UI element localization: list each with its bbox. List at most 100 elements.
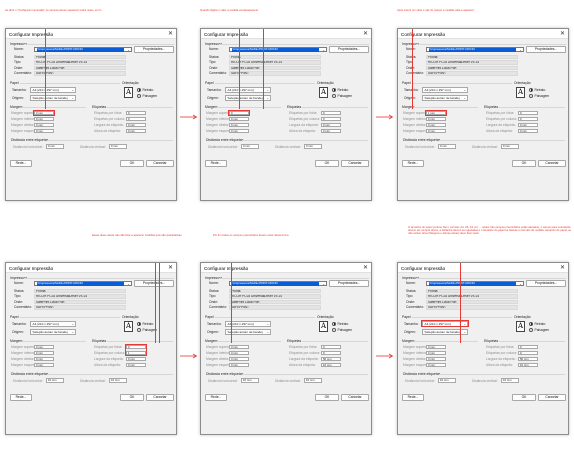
- printer-name-select[interactable]: \\impressora\SAFE-PRINT-MONO ⌄: [34, 46, 132, 52]
- label-width-input[interactable]: 50 mm: [321, 356, 341, 361]
- margin-bottom-input[interactable]: 0 mm: [229, 116, 249, 121]
- close-icon[interactable]: ✕: [168, 31, 173, 37]
- network-button[interactable]: Rede...: [10, 160, 32, 167]
- paper-source-select[interactable]: Seleção autom de bandej ⌄: [422, 329, 468, 335]
- ok-button[interactable]: OK: [120, 394, 144, 401]
- paper-source-select[interactable]: Seleção autom de bandej ⌄: [422, 95, 468, 101]
- margin-bottom-input[interactable]: 0 mm: [34, 350, 54, 355]
- paper-size-select[interactable]: A4 (210 x 297 mm) ⌄: [422, 87, 468, 93]
- landscape-radio[interactable]: [529, 328, 533, 332]
- vdist-input[interactable]: 10 mm: [109, 378, 127, 383]
- margin-top-input[interactable]: 3 mm: [426, 344, 446, 349]
- ok-button[interactable]: OK: [120, 160, 144, 167]
- vdist-input[interactable]: 10 mm: [501, 378, 519, 383]
- margin-right-input[interactable]: 3 mm: [426, 356, 446, 361]
- landscape-radio[interactable]: [137, 94, 141, 98]
- network-button[interactable]: Rede...: [402, 394, 424, 401]
- landscape-radio[interactable]: [137, 328, 141, 332]
- labels-per-col-input[interactable]: 0: [518, 350, 538, 355]
- vdist-input[interactable]: 0 mm: [304, 144, 322, 149]
- hdist-input[interactable]: 10 mm: [241, 378, 259, 383]
- close-icon[interactable]: ✕: [363, 31, 368, 37]
- labels-per-col-input[interactable]: 0: [126, 116, 146, 121]
- hdist-input[interactable]: 0 mm: [241, 144, 259, 149]
- network-button[interactable]: Rede...: [205, 394, 227, 401]
- portrait-radio[interactable]: [332, 321, 336, 326]
- margin-left-input[interactable]: 0 mm: [34, 128, 54, 133]
- margin-top-input[interactable]: 0 mm: [34, 344, 54, 349]
- printer-name-select[interactable]: \\impressora\SAFE-PRINT-MONO ⌄: [426, 280, 524, 286]
- paper-size-select[interactable]: A4 (210 x 297 mm) ⌄: [225, 87, 271, 93]
- hdist-input[interactable]: 10 mm: [46, 378, 64, 383]
- vdist-input[interactable]: 10 mm: [304, 378, 322, 383]
- labels-per-col-input[interactable]: 0: [321, 116, 341, 121]
- close-icon[interactable]: ✕: [560, 31, 565, 37]
- margin-right-input[interactable]: 0 mm: [34, 356, 54, 361]
- portrait-radio[interactable]: [332, 87, 336, 92]
- properties-button[interactable]: Propriedades...: [134, 45, 174, 53]
- landscape-radio[interactable]: [529, 94, 533, 98]
- label-height-input[interactable]: 0 mm: [126, 128, 146, 133]
- margin-top-input[interactable]: 3 mm: [229, 344, 249, 349]
- labels-per-row-input[interactable]: 0: [321, 344, 341, 349]
- properties-button[interactable]: Propriedades...: [526, 279, 566, 287]
- label-width-input[interactable]: 50 mm: [518, 356, 538, 361]
- network-button[interactable]: Rede...: [205, 160, 227, 167]
- margin-left-input[interactable]: 0 mm: [34, 362, 54, 367]
- close-icon[interactable]: ✕: [168, 265, 173, 271]
- labels-per-col-input[interactable]: 0: [321, 350, 341, 355]
- vdist-input[interactable]: 0 mm: [501, 144, 519, 149]
- labels-per-col-input[interactable]: 0: [518, 116, 538, 121]
- hdist-input[interactable]: 0 mm: [438, 144, 456, 149]
- network-button[interactable]: Rede...: [402, 160, 424, 167]
- landscape-radio[interactable]: [332, 328, 336, 332]
- margin-left-input[interactable]: 0 mm: [229, 128, 249, 133]
- label-height-input[interactable]: 10 mm: [321, 362, 341, 367]
- margin-right-input[interactable]: 0 mm: [229, 122, 249, 127]
- paper-size-select[interactable]: A4 (210 x 297 mm) ⌄: [30, 87, 76, 93]
- label-width-input[interactable]: 0 mm: [518, 122, 538, 127]
- properties-button[interactable]: Propriedades...: [134, 279, 174, 287]
- labels-per-row-input[interactable]: 0: [518, 344, 538, 349]
- label-height-input[interactable]: 0 mm: [126, 362, 146, 367]
- margin-bottom-input[interactable]: 3 mm: [229, 350, 249, 355]
- label-width-input[interactable]: 0 mm: [126, 356, 146, 361]
- cancel-button[interactable]: Cancelar: [146, 394, 174, 401]
- cancel-button[interactable]: Cancelar: [341, 394, 369, 401]
- margin-bottom-input[interactable]: 0 mm: [34, 116, 54, 121]
- properties-button[interactable]: Propriedades...: [329, 279, 369, 287]
- ok-button[interactable]: OK: [315, 394, 339, 401]
- paper-size-select[interactable]: A4 (210 x 297 mm) ⌄: [30, 321, 76, 327]
- margin-left-input[interactable]: 0 mm: [426, 128, 446, 133]
- labels-per-row-input[interactable]: 0: [321, 110, 341, 115]
- margin-left-input[interactable]: 3 mm: [426, 362, 446, 367]
- printer-name-select[interactable]: \\impressora\SAFE-PRINT-MONO ⌄: [426, 46, 524, 52]
- portrait-radio[interactable]: [529, 87, 533, 92]
- cancel-button[interactable]: Cancelar: [538, 160, 566, 167]
- margin-bottom-input[interactable]: 0 mm: [426, 116, 446, 121]
- cancel-button[interactable]: Cancelar: [538, 394, 566, 401]
- label-height-input[interactable]: 0 mm: [321, 128, 341, 133]
- landscape-radio[interactable]: [332, 94, 336, 98]
- cancel-button[interactable]: Cancelar: [341, 160, 369, 167]
- printer-name-select[interactable]: \\impressora\SAFE-PRINT-MONO ⌄: [229, 46, 327, 52]
- printer-name-select[interactable]: \\impressora\SAFE-PRINT-MONO ⌄: [34, 280, 132, 286]
- paper-source-select[interactable]: Seleção autom de bandej ⌄: [30, 329, 76, 335]
- label-width-input[interactable]: 0 mm: [126, 122, 146, 127]
- network-button[interactable]: Rede...: [10, 394, 32, 401]
- properties-button[interactable]: Propriedades...: [526, 45, 566, 53]
- label-width-input[interactable]: 0 mm: [321, 122, 341, 127]
- portrait-radio[interactable]: [529, 321, 533, 326]
- hdist-input[interactable]: 10 mm: [438, 378, 456, 383]
- properties-button[interactable]: Propriedades...: [329, 45, 369, 53]
- margin-right-input[interactable]: 3 mm: [229, 356, 249, 361]
- portrait-radio[interactable]: [137, 87, 141, 92]
- margin-left-input[interactable]: 3 mm: [229, 362, 249, 367]
- margin-right-input[interactable]: 0 mm: [426, 122, 446, 127]
- labels-per-row-input[interactable]: 0: [126, 110, 146, 115]
- margin-right-input[interactable]: 0 mm: [34, 122, 54, 127]
- margin-bottom-input[interactable]: 3 mm: [426, 350, 446, 355]
- hdist-input[interactable]: 0 mm: [46, 144, 64, 149]
- paper-source-select[interactable]: Seleção autom de bandej ⌄: [30, 95, 76, 101]
- close-icon[interactable]: ✕: [560, 265, 565, 271]
